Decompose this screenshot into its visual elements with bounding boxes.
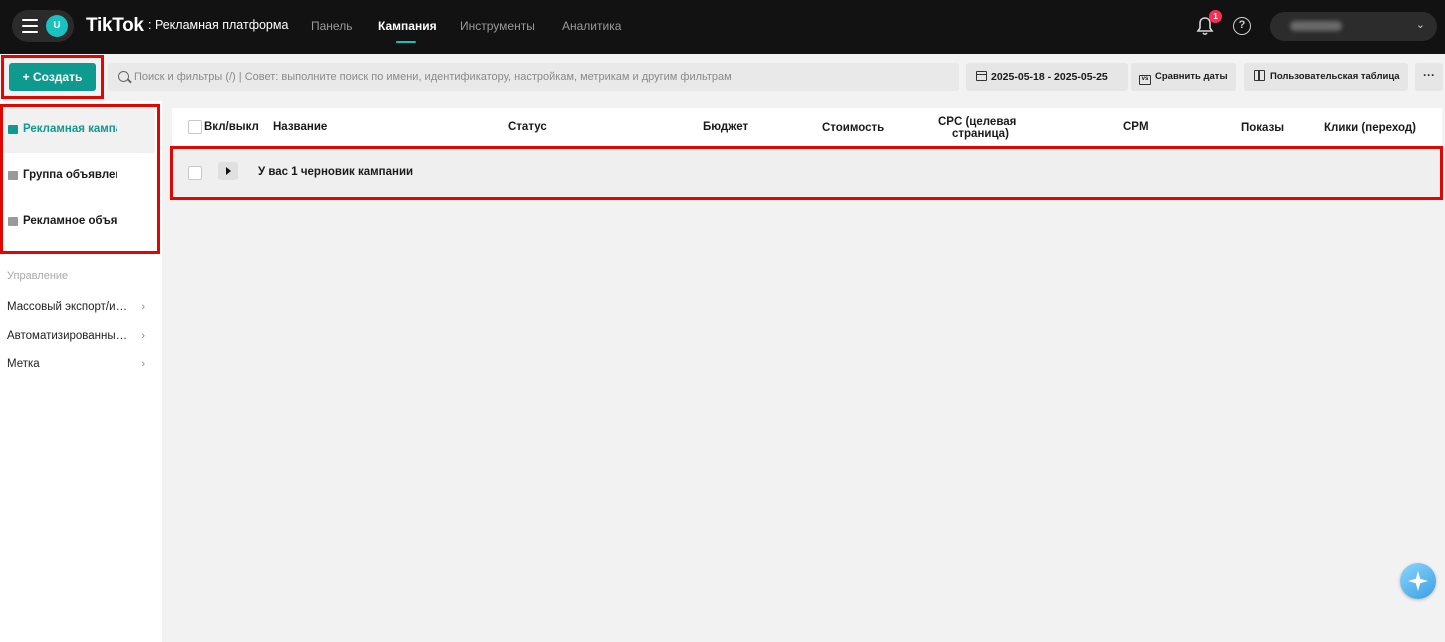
table-header: Вкл/выкл Название Статус Бюджет Стоимост… (172, 108, 1442, 146)
column-impressions[interactable]: Показы (1241, 122, 1284, 134)
nav-tools[interactable]: Инструменты (460, 19, 535, 33)
nav-campaign[interactable]: Кампания (378, 19, 437, 33)
compare-label: Сравнить даты (1155, 71, 1228, 82)
help-icon[interactable]: ? (1233, 17, 1251, 35)
select-all-checkbox[interactable] (188, 120, 202, 134)
custom-table-button[interactable]: Пользовательская таблица (1244, 63, 1408, 91)
sidebar-link-bulk-export[interactable]: Массовый экспорт/импорт › (7, 301, 147, 313)
sidebar-section-title: Управление (7, 270, 69, 282)
search-icon (118, 71, 129, 82)
column-toggle[interactable]: Вкл/выкл (204, 121, 259, 133)
highlight-draft-row (170, 146, 1443, 200)
chevron-right-icon: › (141, 301, 145, 313)
column-clicks[interactable]: Клики (переход) (1324, 122, 1416, 134)
nav-active-indicator (396, 41, 416, 43)
platform-name: : Рекламная платформа (148, 18, 289, 32)
chevron-right-icon: › (141, 358, 145, 370)
tiktok-logo: TikTok (86, 15, 144, 36)
assistant-button[interactable] (1400, 563, 1436, 599)
highlight-sidebar-levels (0, 104, 160, 254)
sidebar-link-label: Автоматизированные правила (7, 330, 131, 342)
avatar[interactable]: U (46, 15, 68, 37)
column-status[interactable]: Статус (508, 121, 547, 133)
nav-dashboard[interactable]: Панель (311, 19, 352, 33)
sidebar-link-automated-rules[interactable]: Автоматизированные правила › (7, 330, 147, 342)
column-cpm[interactable]: CPM (1123, 121, 1149, 133)
column-cost[interactable]: Стоимость (822, 122, 884, 134)
column-cpc-line1[interactable]: CPC (целевая (938, 116, 1016, 128)
account-name-blurred (1290, 21, 1342, 31)
menu-pill[interactable]: U (12, 10, 74, 42)
search-input[interactable]: Поиск и фильтры (/) | Совет: выполните п… (108, 63, 959, 91)
highlight-create (1, 55, 104, 99)
sidebar-link-label: Массовый экспорт/импорт (7, 301, 131, 313)
nav-analytics[interactable]: Аналитика (562, 19, 621, 33)
compare-icon: vs (1139, 75, 1151, 85)
sidebar-link-label: Метка (7, 358, 40, 370)
chevron-right-icon: › (141, 330, 145, 342)
date-range-label: 2025-05-18 - 2025-05-25 (991, 71, 1108, 83)
search-placeholder: Поиск и фильтры (/) | Совет: выполните п… (134, 71, 732, 83)
more-options-button[interactable]: ··· (1415, 63, 1443, 91)
sparkle-icon (1408, 571, 1428, 591)
chevron-down-icon: ⌄ (1415, 19, 1425, 31)
account-switcher[interactable]: ⌄ (1270, 12, 1437, 41)
calendar-icon (976, 71, 987, 81)
column-budget[interactable]: Бюджет (703, 121, 748, 133)
notification-badge: 1 (1209, 10, 1222, 23)
columns-icon (1254, 70, 1265, 81)
top-bar: U TikTok : Рекламная платформа Панель Ка… (0, 0, 1445, 54)
compare-dates-button[interactable]: vs Сравнить даты (1131, 63, 1236, 91)
hamburger-icon[interactable] (22, 19, 38, 33)
custom-table-label: Пользовательская таблица (1270, 71, 1400, 82)
date-range-picker[interactable]: 2025-05-18 - 2025-05-25 (966, 63, 1128, 91)
column-cpc-line2[interactable]: страница) (952, 128, 1009, 140)
column-name[interactable]: Название (273, 121, 327, 133)
sidebar-link-label-tag[interactable]: Метка › (7, 358, 147, 370)
